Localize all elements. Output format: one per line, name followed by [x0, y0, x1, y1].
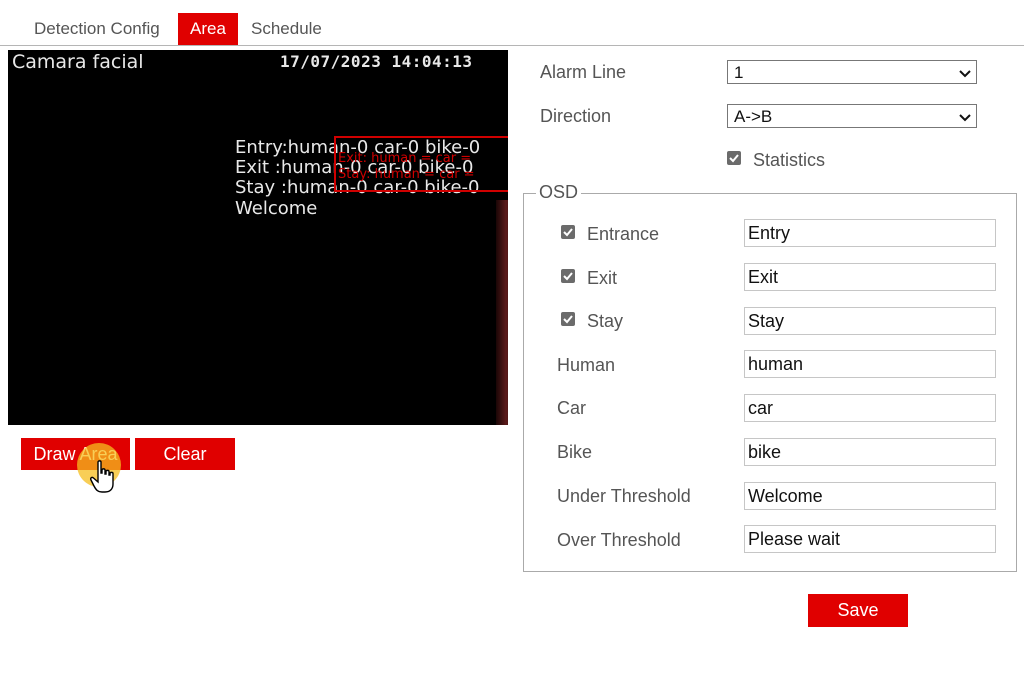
- osd-group: [523, 193, 1017, 572]
- tab-area[interactable]: Area: [178, 13, 238, 45]
- exit-input[interactable]: Exit: [744, 263, 996, 291]
- exit-checkbox[interactable]: [561, 269, 575, 283]
- direction-label: Direction: [540, 106, 612, 126]
- stay-checkbox[interactable]: [561, 312, 575, 326]
- video-background-detail: [496, 200, 508, 425]
- save-button[interactable]: Save: [808, 594, 908, 627]
- entrance-input[interactable]: Entry: [744, 219, 996, 247]
- stay-input[interactable]: Stay: [744, 307, 996, 335]
- bike-input[interactable]: bike: [744, 438, 996, 466]
- alarm-line-label: Alarm Line: [540, 62, 627, 82]
- clear-button[interactable]: Clear: [135, 438, 235, 470]
- over-threshold-input[interactable]: Please wait: [744, 525, 996, 553]
- exit-label: Exit: [587, 268, 618, 288]
- under-threshold-label: Under Threshold: [557, 486, 691, 506]
- osd-welcome-line: Welcome: [235, 198, 318, 219]
- human-input[interactable]: human: [744, 350, 996, 378]
- osd-legend: OSD: [536, 182, 582, 203]
- entrance-checkbox[interactable]: [561, 225, 575, 239]
- alarm-line-value: 1: [734, 63, 744, 82]
- entrance-label: Entrance: [587, 224, 660, 244]
- camera-name-overlay: Camara facial: [12, 51, 144, 73]
- statistics-label: Statistics: [753, 150, 826, 170]
- check-icon: [563, 315, 573, 324]
- check-icon: [563, 272, 573, 281]
- under-threshold-input[interactable]: Welcome: [744, 482, 996, 510]
- car-label: Car: [557, 398, 587, 418]
- tab-detection-config[interactable]: Detection Config: [26, 13, 168, 45]
- video-preview[interactable]: Camara facial 17/07/2023 14:04:13 Entry:…: [8, 50, 508, 425]
- area-overlay-stay: Stay: human = car =: [338, 167, 475, 182]
- direction-select[interactable]: A->B: [727, 104, 977, 128]
- chevron-down-icon: [959, 114, 971, 122]
- check-icon: [563, 228, 573, 237]
- check-icon: [729, 154, 739, 163]
- direction-value: A->B: [734, 107, 773, 126]
- stay-label: Stay: [587, 311, 624, 331]
- alarm-line-select[interactable]: 1: [727, 60, 977, 84]
- car-input[interactable]: car: [744, 394, 996, 422]
- tab-bar: Detection Config Area Schedule: [0, 13, 1024, 46]
- over-threshold-label: Over Threshold: [557, 530, 681, 550]
- timestamp-overlay: 17/07/2023 14:04:13: [280, 52, 473, 71]
- human-label: Human: [557, 355, 616, 375]
- area-overlay-exit: Exit: human = car =: [338, 151, 472, 166]
- statistics-checkbox[interactable]: [727, 151, 741, 165]
- tab-schedule[interactable]: Schedule: [243, 13, 330, 45]
- hand-cursor-icon: [90, 460, 114, 493]
- bike-label: Bike: [557, 442, 593, 462]
- chevron-down-icon: [959, 70, 971, 78]
